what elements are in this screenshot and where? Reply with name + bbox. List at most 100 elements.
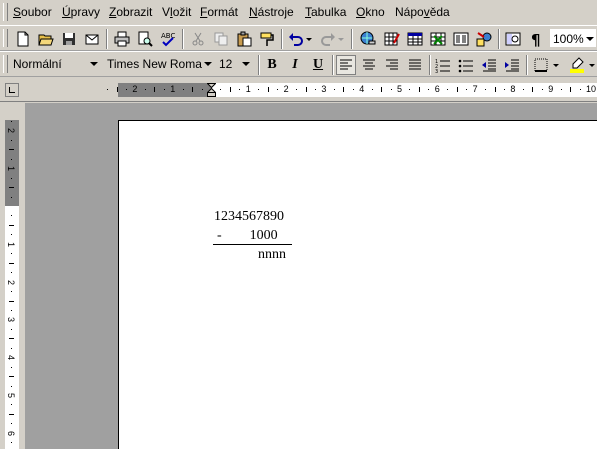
paste-button[interactable] bbox=[234, 29, 254, 49]
menu-soubor[interactable]: Soubor bbox=[13, 5, 52, 19]
vruler-tick bbox=[9, 301, 14, 302]
new-document-button[interactable] bbox=[13, 29, 33, 49]
menu-napoveda[interactable]: Nápověda bbox=[395, 5, 450, 19]
menu-tabulka[interactable]: Tabulka bbox=[305, 5, 346, 19]
formatting-toolbar-grip[interactable] bbox=[3, 55, 8, 73]
vertical-ruler[interactable]: 2 1 1 2 3 4 5 6 bbox=[5, 120, 19, 449]
chevron-down-icon bbox=[338, 38, 344, 41]
borders-dropdown[interactable] bbox=[551, 55, 561, 75]
formatting-toolbar: Normální Times New Roma 12 B I U 123 bbox=[0, 51, 597, 77]
font-size-select[interactable]: 12 bbox=[216, 54, 254, 74]
columns-icon bbox=[453, 32, 469, 46]
hruler-tick bbox=[315, 89, 316, 90]
save-button[interactable] bbox=[59, 29, 79, 49]
style-select[interactable]: Normální bbox=[10, 54, 102, 74]
email-icon bbox=[85, 34, 99, 45]
hruler-tick bbox=[532, 87, 533, 92]
email-button[interactable] bbox=[82, 29, 102, 49]
italic-button[interactable]: I bbox=[285, 55, 305, 75]
menu-zobrazit[interactable]: Zobrazit bbox=[109, 5, 152, 19]
hruler-tick bbox=[428, 89, 429, 90]
drawing-icon bbox=[476, 32, 492, 47]
undo-arrow-icon bbox=[289, 33, 303, 46]
borders-button[interactable] bbox=[531, 55, 551, 75]
toolbar-separator bbox=[106, 29, 108, 49]
menu-okno[interactable]: Okno bbox=[356, 5, 385, 19]
decrease-indent-button[interactable] bbox=[479, 55, 499, 75]
vruler-label: 1 bbox=[6, 241, 17, 247]
hruler-tick bbox=[258, 89, 259, 90]
insert-hyperlink-button[interactable] bbox=[358, 29, 378, 49]
font-select[interactable]: Times New Roma bbox=[104, 54, 214, 74]
highlight-button[interactable] bbox=[567, 55, 587, 75]
underline-button[interactable]: U bbox=[308, 55, 328, 75]
vruler-label: 2 bbox=[6, 279, 17, 285]
horizontal-ruler[interactable]: 2 1 1 2 3 4 5 6 7 8 9 10 bbox=[107, 83, 597, 97]
menu-bar-grip[interactable] bbox=[3, 3, 8, 21]
menu-vlozit[interactable]: Vložit bbox=[162, 5, 191, 19]
hruler-tick bbox=[107, 89, 108, 90]
vruler-tick bbox=[9, 338, 14, 339]
vruler-tick bbox=[11, 386, 12, 387]
insert-table-button[interactable] bbox=[405, 29, 425, 49]
hruler-tick bbox=[419, 87, 420, 92]
document-map-button[interactable] bbox=[503, 29, 523, 49]
align-center-button[interactable] bbox=[359, 55, 379, 75]
redo-dropdown[interactable] bbox=[336, 29, 346, 49]
printer-icon bbox=[114, 31, 130, 47]
undo-button[interactable] bbox=[286, 29, 306, 49]
hruler-tick bbox=[391, 89, 392, 90]
drawing-button[interactable] bbox=[474, 29, 494, 49]
print-button[interactable] bbox=[112, 29, 132, 49]
vruler-tick bbox=[11, 423, 12, 424]
align-left-button[interactable] bbox=[336, 55, 356, 75]
print-preview-button[interactable] bbox=[135, 29, 155, 49]
show-hide-button[interactable]: ¶ bbox=[526, 29, 546, 49]
menu-format[interactable]: Formát bbox=[200, 5, 238, 19]
increase-indent-icon bbox=[505, 59, 519, 72]
bullets-button[interactable] bbox=[456, 55, 476, 75]
numbering-button[interactable]: 123 bbox=[433, 55, 453, 75]
undo-dropdown[interactable] bbox=[304, 29, 314, 49]
open-folder-icon bbox=[38, 34, 54, 46]
toolbar-separator bbox=[182, 29, 184, 49]
format-painter-icon bbox=[260, 32, 274, 46]
tables-borders-button[interactable] bbox=[382, 29, 402, 49]
justify-button[interactable] bbox=[405, 55, 425, 75]
format-painter-button[interactable] bbox=[257, 29, 277, 49]
hruler-tick bbox=[117, 87, 118, 92]
justify-icon bbox=[409, 59, 421, 70]
hruler-tick bbox=[220, 89, 221, 90]
bulleted-list-icon bbox=[458, 59, 473, 73]
cut-button[interactable] bbox=[188, 29, 208, 49]
clipboard-icon bbox=[237, 31, 252, 47]
spelling-button[interactable]: ABC bbox=[158, 29, 178, 49]
copy-button[interactable] bbox=[211, 29, 231, 49]
tab-selector-button[interactable] bbox=[5, 83, 19, 97]
menu-upravy[interactable]: Úpravy bbox=[62, 5, 100, 19]
hruler-tick bbox=[542, 89, 543, 90]
menu-nastroje[interactable]: Nástroje bbox=[249, 5, 294, 19]
columns-button[interactable] bbox=[451, 29, 471, 49]
hruler-tick bbox=[230, 87, 231, 92]
zoom-select[interactable]: 100% bbox=[549, 28, 597, 48]
subtraction-rule bbox=[213, 244, 292, 245]
bold-button[interactable]: B bbox=[262, 55, 282, 75]
highlight-dropdown[interactable] bbox=[587, 55, 597, 75]
standard-toolbar-grip[interactable] bbox=[3, 29, 8, 47]
document-page[interactable]: 1234567890 - 1000 nnnn bbox=[118, 120, 597, 449]
insert-excel-button[interactable] bbox=[428, 29, 448, 49]
new-document-icon bbox=[17, 31, 29, 47]
toolbar-separator bbox=[429, 55, 431, 75]
hruler-tick bbox=[154, 87, 155, 92]
open-button[interactable] bbox=[36, 29, 56, 49]
hruler-label: 9 bbox=[548, 84, 554, 94]
hruler-label: 7 bbox=[472, 84, 478, 94]
hruler-label: 2 bbox=[132, 84, 138, 94]
indent-marker-icon[interactable] bbox=[207, 83, 216, 97]
redo-button[interactable] bbox=[318, 29, 338, 49]
increase-indent-button[interactable] bbox=[502, 55, 522, 75]
align-right-button[interactable] bbox=[382, 55, 402, 75]
hruler-tick bbox=[239, 89, 240, 90]
vruler-label: 3 bbox=[6, 317, 17, 323]
